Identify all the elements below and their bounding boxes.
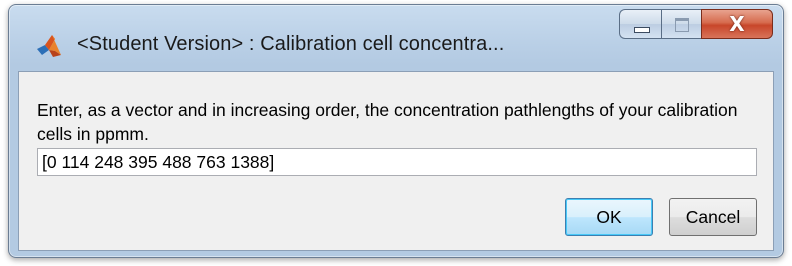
dialog-window: <Student Version> : Calibration cell con… [8, 4, 784, 258]
prompt-text: Enter, as a vector and in increasing ord… [37, 100, 738, 144]
matlab-logo-icon [35, 33, 63, 59]
minimize-button[interactable] [619, 9, 661, 39]
ok-button[interactable]: OK [565, 198, 653, 236]
caption-buttons: X [619, 9, 773, 43]
close-icon: X [729, 12, 745, 36]
dialog-body: Enter, as a vector and in increasing ord… [18, 71, 774, 251]
title-bar[interactable]: <Student Version> : Calibration cell con… [9, 5, 783, 71]
vector-input[interactable] [37, 148, 757, 176]
close-button[interactable]: X [701, 9, 773, 39]
maximize-button[interactable] [661, 9, 701, 39]
minimize-icon [634, 27, 650, 33]
maximize-icon [675, 18, 689, 32]
cancel-button[interactable]: Cancel [669, 198, 757, 236]
window-title: <Student Version> : Calibration cell con… [77, 33, 505, 55]
